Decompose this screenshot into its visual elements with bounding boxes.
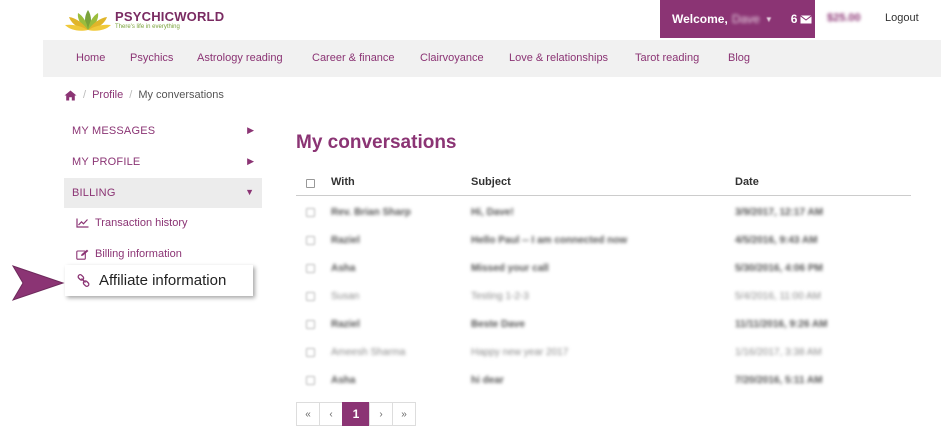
row-date: 5/30/2016, 4:06 PM bbox=[735, 263, 823, 274]
account-balance[interactable]: $25.00 bbox=[827, 12, 861, 24]
pagination-first-button[interactable]: « bbox=[296, 402, 320, 426]
pagination-page-current[interactable]: 1 bbox=[342, 402, 370, 426]
column-header-date[interactable]: Date bbox=[735, 176, 759, 188]
brand-tagline: There's life in everything bbox=[115, 24, 180, 30]
nav-astrology-reading[interactable]: Astrology reading bbox=[197, 52, 283, 64]
arrow-right-icon: ▶ bbox=[247, 125, 254, 135]
nav-home[interactable]: Home bbox=[76, 52, 105, 64]
line-chart-icon bbox=[76, 218, 89, 228]
nav-clairvoyance[interactable]: Clairvoyance bbox=[420, 52, 484, 64]
messages-button[interactable]: 6 bbox=[791, 12, 813, 26]
sidebar-item-label: MY PROFILE bbox=[72, 156, 141, 168]
row-checkbox[interactable] bbox=[306, 292, 315, 301]
row-subject: Testing 1-2-3 bbox=[471, 291, 529, 302]
sidebar-subitem-label: Transaction history bbox=[95, 217, 188, 229]
row-with: Susan bbox=[331, 291, 360, 302]
main-nav: Home Psychics Astrology reading Career &… bbox=[43, 40, 941, 77]
row-subject: hi dear bbox=[471, 375, 504, 386]
row-subject: Missed your call bbox=[471, 263, 549, 274]
pointer-arrow-icon bbox=[11, 265, 65, 301]
arrow-down-icon: ▼ bbox=[245, 187, 254, 197]
arrow-right-icon: ▶ bbox=[247, 156, 254, 166]
table-row[interactable]: Asha Missed your call 5/30/2016, 4:06 PM bbox=[296, 253, 911, 281]
logout-link[interactable]: Logout bbox=[885, 12, 919, 24]
row-checkbox[interactable] bbox=[306, 320, 315, 329]
pagination-prev-button[interactable]: ‹ bbox=[319, 402, 343, 426]
message-count: 6 bbox=[790, 12, 798, 26]
lotus-logo-icon bbox=[65, 10, 111, 31]
callout-label: Affiliate information bbox=[99, 272, 227, 289]
row-subject: Happy new year 2017 bbox=[471, 347, 569, 358]
row-with: Asha bbox=[331, 263, 356, 274]
row-with: Raziel bbox=[331, 235, 360, 246]
sidebar-subitem-transaction-history[interactable]: Transaction history bbox=[76, 217, 188, 229]
row-date: 11/11/2016, 9:26 AM bbox=[735, 319, 828, 330]
welcome-label: Welcome, bbox=[672, 12, 728, 26]
caret-down-icon: ▼ bbox=[764, 14, 773, 24]
select-all-checkbox[interactable] bbox=[306, 179, 315, 188]
page-title: My conversations bbox=[296, 132, 457, 153]
breadcrumb-separator: / bbox=[83, 89, 87, 101]
pagination-last-button[interactable]: » bbox=[392, 402, 416, 426]
column-header-with[interactable]: With bbox=[331, 176, 355, 188]
sidebar-item-label: MY MESSAGES bbox=[72, 125, 156, 137]
breadcrumb-separator: / bbox=[129, 89, 133, 101]
sidebar-item-label: BILLING bbox=[72, 187, 116, 199]
table-header-divider bbox=[296, 195, 911, 196]
row-subject: Hello Paul -- I am connected now bbox=[471, 235, 628, 246]
row-date: 5/4/2016, 11:00 AM bbox=[735, 291, 821, 302]
breadcrumb-current: My conversations bbox=[138, 89, 224, 101]
row-with: Raziel bbox=[331, 319, 360, 330]
row-date: 7/20/2016, 5:11 AM bbox=[735, 375, 823, 386]
row-checkbox[interactable] bbox=[306, 264, 315, 273]
nav-blog[interactable]: Blog bbox=[728, 52, 750, 64]
row-date: 3/9/2017, 12:17 AM bbox=[735, 207, 824, 218]
row-date: 1/16/2017, 3:38 AM bbox=[735, 347, 822, 358]
user-name: Dave bbox=[731, 12, 760, 26]
table-row[interactable]: Rev. Brian Sharp Hi, Dave! 3/9/2017, 12:… bbox=[296, 197, 911, 225]
row-date: 4/5/2016, 9:43 AM bbox=[735, 235, 818, 246]
sidebar-subitem-affiliate-information[interactable]: Affiliate information bbox=[65, 265, 253, 296]
envelope-icon bbox=[800, 14, 813, 23]
row-checkbox[interactable] bbox=[306, 236, 315, 245]
row-checkbox[interactable] bbox=[306, 376, 315, 385]
pagination-next-button[interactable]: › bbox=[369, 402, 393, 426]
table-row[interactable]: Raziel Hello Paul -- I am connected now … bbox=[296, 225, 911, 253]
sidebar-item-billing[interactable]: BILLING ▼ bbox=[64, 178, 262, 208]
row-subject: Beste Dave bbox=[471, 319, 525, 330]
row-checkbox[interactable] bbox=[306, 348, 315, 357]
row-checkbox[interactable] bbox=[306, 208, 315, 217]
home-icon[interactable] bbox=[64, 90, 77, 101]
nav-career-finance[interactable]: Career & finance bbox=[312, 52, 395, 64]
row-subject: Hi, Dave! bbox=[471, 207, 514, 218]
user-menu[interactable]: Welcome, Dave ▼ 6 bbox=[660, 0, 815, 38]
pagination: « ‹ 1 › » bbox=[296, 402, 416, 426]
brand-name: PSYCHICWORLD bbox=[115, 9, 225, 24]
nav-psychics[interactable]: Psychics bbox=[130, 52, 173, 64]
table-row[interactable]: Asha hi dear 7/20/2016, 5:11 AM bbox=[296, 365, 911, 393]
edit-icon bbox=[76, 249, 89, 260]
sidebar-subitem-label: Billing information bbox=[95, 248, 182, 260]
link-icon bbox=[77, 274, 90, 287]
sidebar-subitem-billing-information[interactable]: Billing information bbox=[76, 248, 182, 260]
column-header-subject[interactable]: Subject bbox=[471, 176, 511, 188]
nav-love-relationships[interactable]: Love & relationships bbox=[509, 52, 608, 64]
row-with: Rev. Brian Sharp bbox=[331, 207, 411, 218]
sidebar-item-my-profile[interactable]: MY PROFILE ▶ bbox=[64, 147, 262, 177]
sidebar-item-my-messages[interactable]: MY MESSAGES ▶ bbox=[64, 116, 262, 146]
breadcrumb: / Profile / My conversations bbox=[64, 89, 224, 101]
site-logo[interactable]: PSYCHICWORLD There's life in everything bbox=[64, 4, 224, 36]
nav-tarot-reading[interactable]: Tarot reading bbox=[635, 52, 699, 64]
table-row[interactable]: Susan Testing 1-2-3 5/4/2016, 11:00 AM bbox=[296, 281, 911, 309]
row-with: Asha bbox=[331, 375, 356, 386]
table-row[interactable]: Ameesh Sharma Happy new year 2017 1/16/2… bbox=[296, 337, 911, 365]
breadcrumb-profile[interactable]: Profile bbox=[92, 89, 123, 101]
table-row[interactable]: Raziel Beste Dave 11/11/2016, 9:26 AM bbox=[296, 309, 911, 337]
row-with: Ameesh Sharma bbox=[331, 347, 406, 358]
